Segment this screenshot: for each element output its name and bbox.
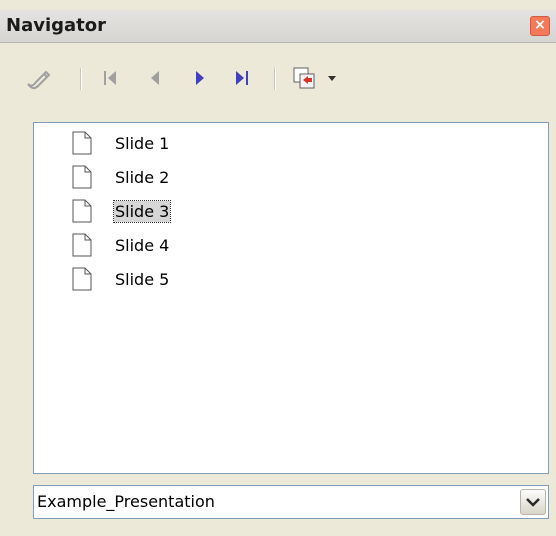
slide-label: Slide 1 [115, 133, 170, 153]
dropdown-button[interactable] [520, 489, 546, 515]
chevron-down-icon [526, 498, 540, 507]
chevron-down-icon [328, 76, 336, 81]
list-item[interactable]: Slide 1 [72, 129, 170, 157]
slide-list[interactable]: Slide 1 Slide 2 Slide 3 Slide 4 Slide 5 [33, 122, 549, 474]
pen-button[interactable] [24, 62, 54, 94]
list-item[interactable]: Slide 4 [72, 231, 170, 259]
list-item[interactable]: Slide 5 [72, 265, 170, 293]
list-item[interactable]: Slide 3 [72, 197, 172, 225]
slide-label: Slide 3 [112, 199, 172, 223]
document-select[interactable]: Example_Presentation [33, 485, 549, 519]
slide-label: Slide 2 [115, 167, 170, 187]
pen-icon [27, 70, 51, 90]
window-title: Navigator [6, 15, 106, 36]
list-item[interactable]: Slide 2 [72, 163, 170, 191]
last-slide-icon [236, 71, 248, 85]
previous-slide-icon [151, 71, 159, 85]
navigator-toolbar [10, 56, 550, 100]
next-slide-button[interactable] [185, 62, 215, 94]
document-icon [72, 267, 92, 291]
document-icon [72, 233, 92, 257]
drag-mode-icon [293, 67, 336, 89]
drag-mode-button[interactable] [290, 62, 348, 94]
next-slide-icon [196, 71, 204, 85]
document-icon [72, 165, 92, 189]
slide-label: Slide 4 [115, 235, 170, 255]
toolbar-separator [274, 68, 276, 90]
document-select-value: Example_Presentation [37, 492, 215, 511]
first-slide-button[interactable] [96, 62, 126, 94]
last-slide-button[interactable] [228, 62, 258, 94]
close-button[interactable]: × [530, 16, 550, 36]
previous-slide-button[interactable] [140, 62, 170, 94]
document-icon [72, 199, 92, 223]
toolbar-separator [80, 68, 82, 90]
first-slide-icon [104, 71, 116, 85]
document-icon [72, 131, 92, 155]
slide-label: Slide 5 [115, 269, 170, 289]
navigator-window: Navigator × Slide 1 Slide 2 Slide 3 Slid… [0, 0, 556, 536]
title-bar: Navigator × [0, 10, 556, 43]
